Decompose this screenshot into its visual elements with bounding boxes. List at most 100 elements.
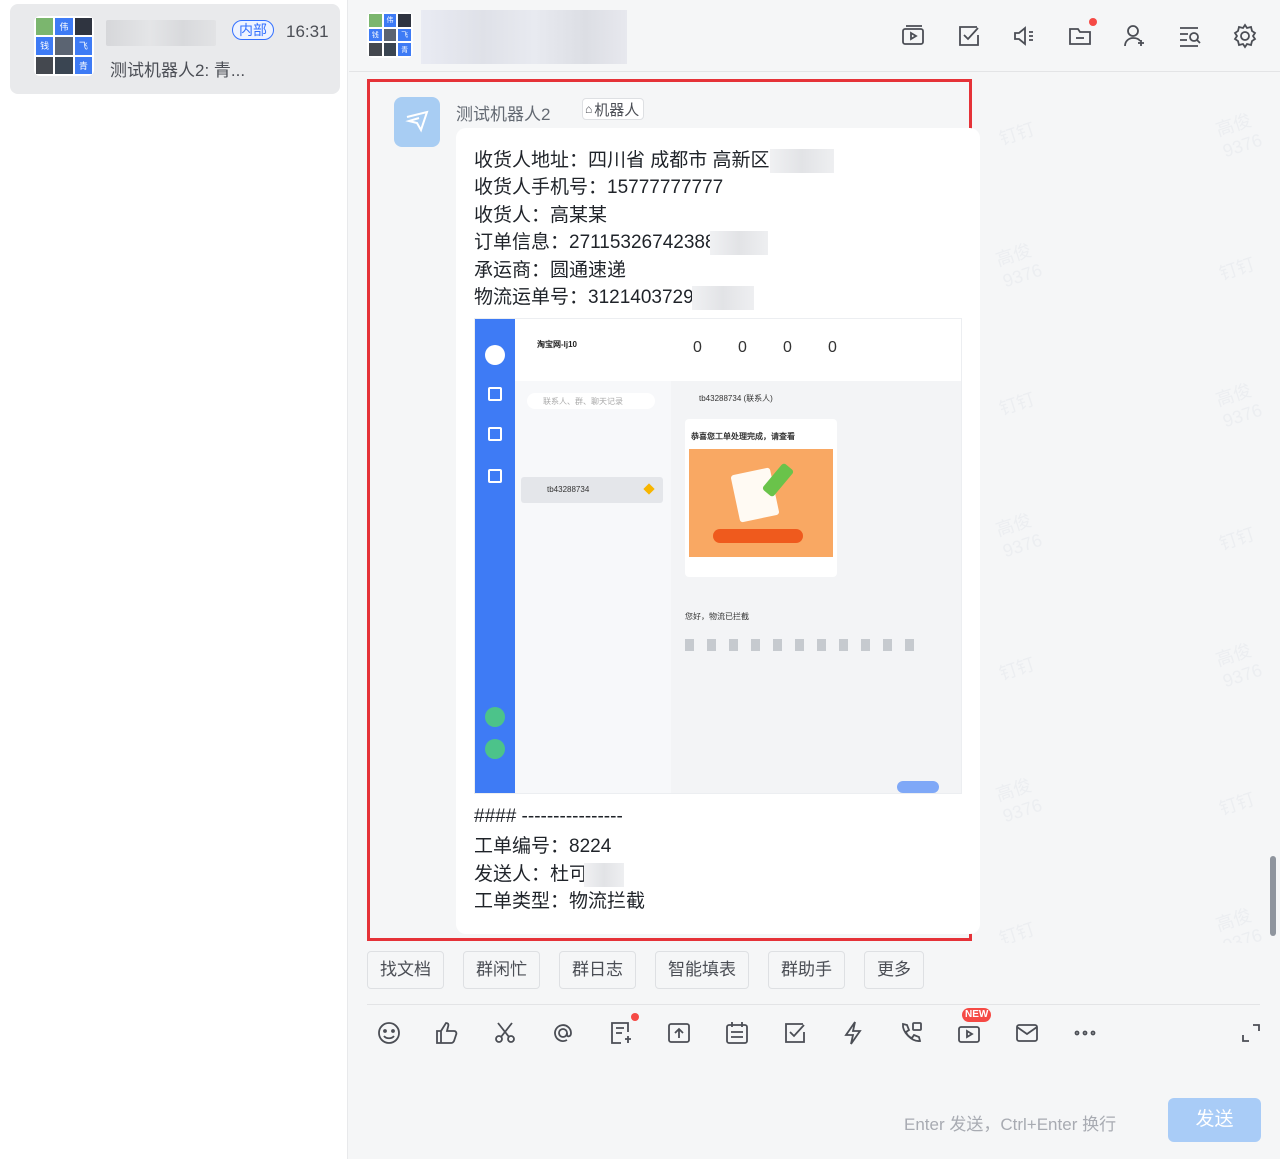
tracking-text: 物流运单号：31214037299 [474,287,705,308]
video-meeting-icon[interactable] [899,22,927,50]
screenshot-reply: 您好，物流已拦截 [685,612,749,621]
watermark: 钉钉 [1216,253,1258,285]
message-line: 订单信息：27115326742388 [474,230,768,256]
chat-title-redacted [421,10,627,64]
avatar-cell [383,28,397,42]
screenshot-contact-list: 联系人、群、聊天记录 tb43288734 [515,381,671,793]
conversation-list: 伟钱 飞青 内部 16:31 测试机器人2: 青... [0,0,348,1159]
group-assistant-button[interactable]: 群助手 [768,951,845,989]
expand-icon[interactable] [1236,1018,1266,1048]
add-member-icon[interactable] [1121,22,1149,50]
sender-line-text: 发送人：杜可 [474,864,589,885]
smart-form-button[interactable]: 智能填表 [655,951,749,989]
screenshot-count: 0 [828,339,837,356]
screenshot-work-order-card: 恭喜您工单处理完成，请查看 [685,419,837,577]
message-bubble[interactable]: 收货人地址：四川省 成都市 高新区 收货人手机号：15777777777 收货人… [456,128,980,934]
screenshot-shop-name: 淘宝网-lj10 [537,340,578,349]
group-avatar: 伟钱 飞青 [34,16,94,76]
group-busy-button[interactable]: 群闲忙 [463,951,540,989]
scissors-icon[interactable] [490,1018,520,1048]
phone-call-icon[interactable] [896,1018,926,1048]
robot-tag-label: 机器人 [594,101,640,119]
notification-dot [1089,18,1097,26]
robot-icon: ⌂ [585,102,593,116]
conversation-preview: 测试机器人2: 青... [110,61,246,80]
watermark: 高俊 9376 [993,240,1045,292]
watermark: 高俊 9376 [1213,905,1265,943]
notification-dot [631,1013,639,1021]
search-history-icon[interactable] [1176,22,1204,50]
message-line: 收货人地址：四川省 成都市 高新区 [474,148,834,174]
toolbar-divider [367,1004,1260,1005]
highlighted-message: 测试机器人2 ⌂ 机器人 收货人地址：四川省 成都市 高新区 收货人手机号：15… [367,79,980,941]
upload-icon[interactable] [664,1018,694,1048]
todo-check-icon[interactable] [955,22,983,50]
screenshot-avatar [485,345,505,365]
watermark: 钉钉 [996,118,1038,150]
thumbs-up-icon[interactable] [432,1018,462,1048]
watermark: 钉钉 [996,653,1038,685]
todo-check-icon[interactable] [780,1018,810,1048]
group-avatar[interactable]: 伟钱 飞青 [367,12,413,58]
more-button[interactable]: 更多 [864,951,924,989]
doc-add-icon[interactable] [606,1018,636,1048]
emoji-icon[interactable] [374,1018,404,1048]
message-line: 承运商：圆通速递 [474,260,627,281]
send-hint: Enter 发送，Ctrl+Enter 换行 [904,1115,1117,1134]
conversation-name-redacted [106,20,216,46]
watermark: 钉钉 [996,388,1038,420]
robot-avatar[interactable] [394,97,440,147]
avatar-cell: 青 [74,56,92,74]
settings-gear-icon[interactable] [1231,22,1259,50]
message-line: 物流运单号：31214037299 [474,285,755,311]
green-app-icon [485,707,505,727]
group-log-button[interactable]: 群日志 [559,951,636,989]
message-line: #### ---------------- [474,806,623,827]
chat-header: 伟钱 飞青 [349,0,1280,72]
dingtalk-logo-icon [405,110,429,133]
screenshot-send-button [897,781,939,793]
sender-name[interactable]: 测试机器人2 [456,100,550,125]
redacted-text [584,862,625,887]
screenshot-count: 0 [693,339,702,356]
chat-panel: 伟钱飞青 高俊 9376 钉钉 高俊 9376 钉钉 高俊 9376 钉钉 高俊… [349,0,1280,1159]
mail-icon[interactable] [1012,1018,1042,1048]
mention-icon[interactable] [548,1018,578,1048]
screenshot-chat-title: tb43288734 (联系人) [699,394,773,403]
lightning-icon[interactable] [838,1018,868,1048]
screenshot-toolbar-icons [685,639,915,651]
redacted-text [769,148,834,173]
send-button[interactable]: 发送 [1168,1098,1261,1142]
message-icon [488,427,502,441]
screenshot-contact-row [521,477,663,503]
avatar-cell: 飞 [74,37,92,55]
avatar-cell [55,56,73,74]
scrollbar[interactable] [1270,856,1276,936]
conversation-item[interactable]: 伟钱 飞青 内部 16:31 测试机器人2: 青... [10,4,340,94]
shop-icon [488,469,502,483]
screenshot-sidebar [475,319,515,793]
avatar-cell [369,43,382,56]
conversation-time: 16:31 [286,22,329,41]
screenshot-topbar: 淘宝网-lj10 0 0 0 0 [515,319,961,381]
calendar-icon[interactable] [722,1018,752,1048]
more-dots-icon[interactable] [1070,1018,1100,1048]
order-text: 订单信息：27115326742388 [474,232,716,253]
embedded-screenshot-image[interactable]: 淘宝网-lj10 0 0 0 0 联系人、群、聊天记录 tb43288734 t… [474,318,962,794]
avatar-cell: 伟 [55,18,73,36]
speaker-icon[interactable] [1010,22,1038,50]
screenshot-count: 0 [783,339,792,356]
message-line: 收货人手机号：15777777777 [474,177,724,198]
redacted-text [692,285,755,310]
watermark: 高俊 9376 [993,775,1045,827]
message-line: 收货人：高某某 [474,205,608,226]
folder-icon[interactable] [1066,22,1094,50]
watermark: 钉钉 [996,918,1038,943]
screenshot-search-placeholder: 联系人、群、聊天记录 [543,397,623,406]
watermark: 高俊 9376 [1213,110,1265,162]
live-video-icon[interactable] [954,1018,984,1048]
find-docs-button[interactable]: 找文档 [367,951,444,989]
avatar-cell [74,18,92,36]
screenshot-count: 0 [738,339,747,356]
avatar-cell [398,14,411,27]
